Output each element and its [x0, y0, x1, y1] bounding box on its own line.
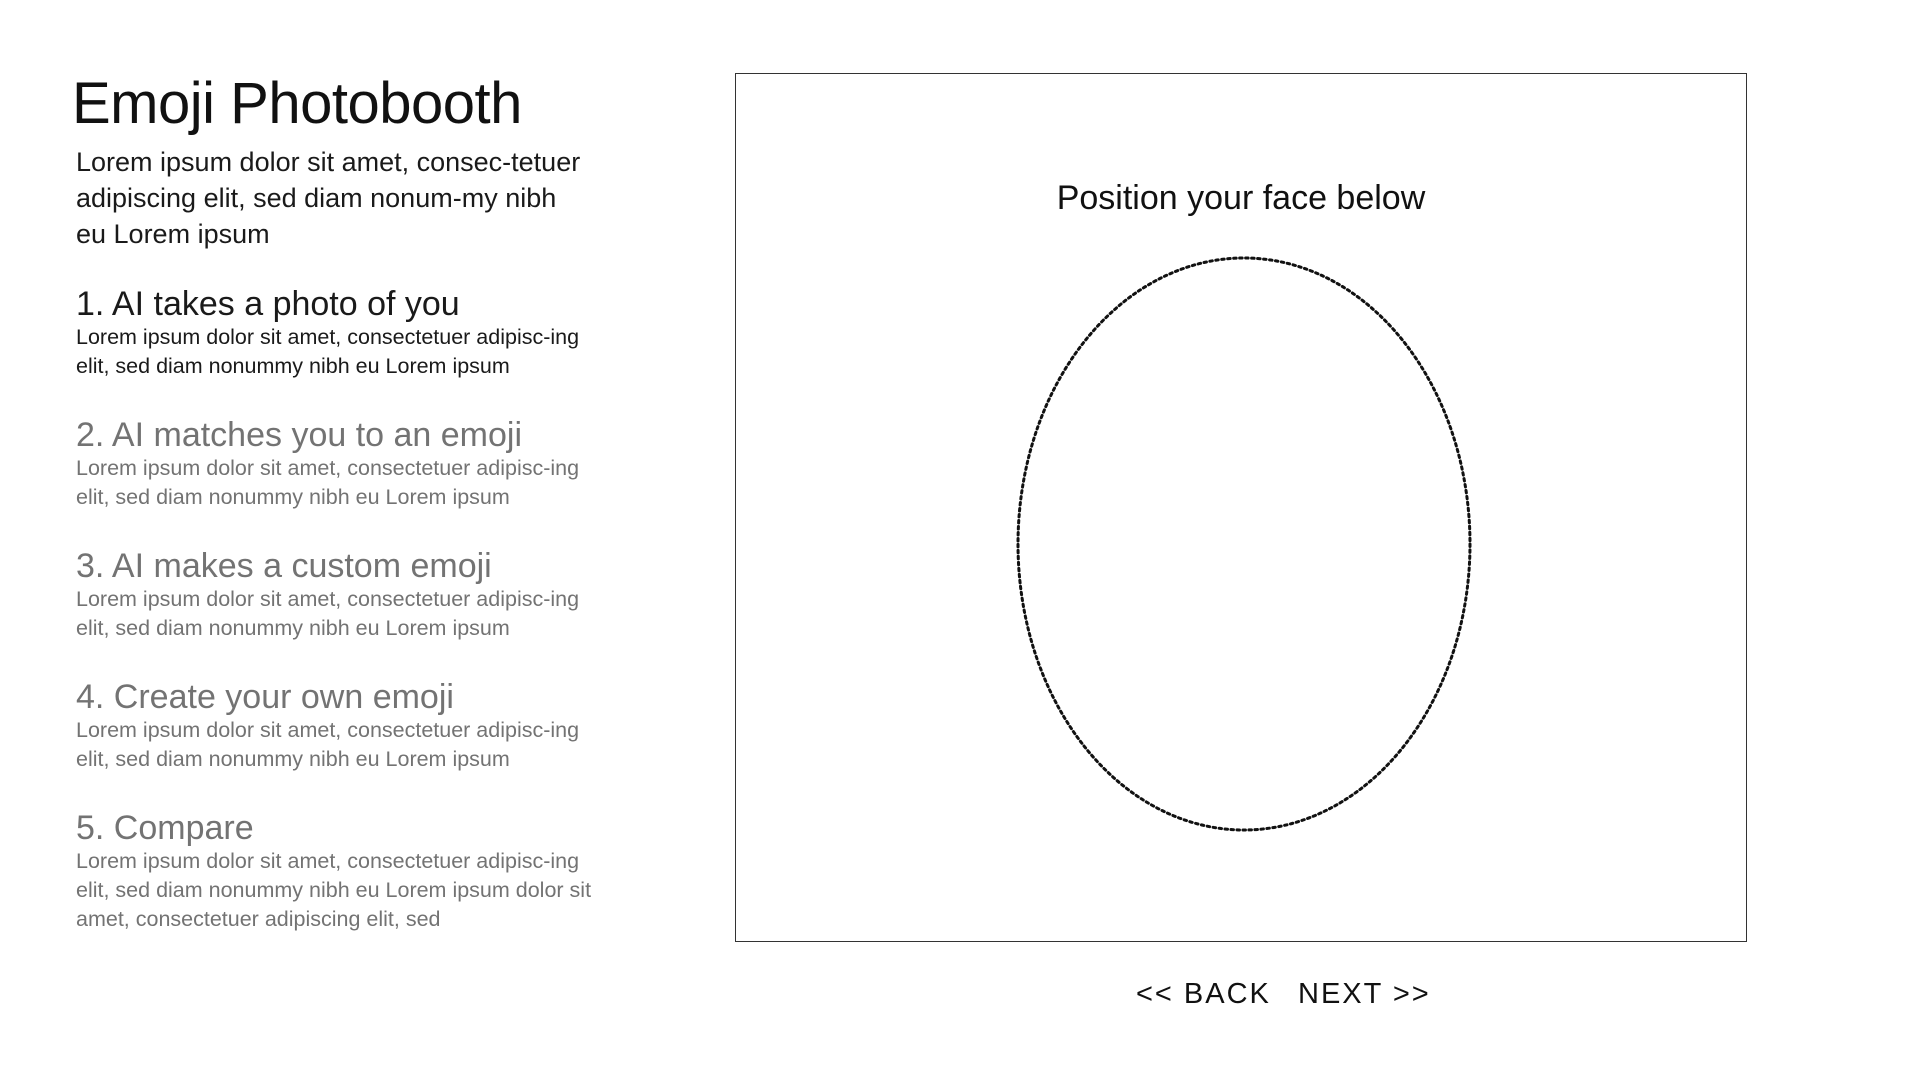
face-position-prompt: Position your face below	[1056, 179, 1426, 217]
next-button[interactable]: NEXT >>	[1298, 978, 1431, 1011]
step-description: Lorem ipsum dolor sit amet, consectetuer…	[76, 718, 580, 771]
photobooth-page: Emoji Photobooth Lorem ipsum dolor sit a…	[0, 0, 1920, 1081]
step-description: Lorem ipsum dolor sit amet, consectetuer…	[76, 849, 592, 931]
step-title: 2. AI matches you to an emoji	[76, 416, 523, 454]
instructions-panel: Emoji Photobooth Lorem ipsum dolor sit a…	[72, 70, 594, 252]
step-title: 1. AI takes a photo of you	[76, 285, 460, 323]
step-5: 5. Compare Lorem ipsum dolor sit amet, c…	[76, 810, 596, 934]
back-button[interactable]: << BACK	[1136, 978, 1271, 1011]
step-description: Lorem ipsum dolor sit amet, consectetuer…	[76, 325, 580, 378]
intro-text: Lorem ipsum dolor sit amet, consec-tetue…	[76, 147, 581, 249]
camera-viewfinder: Position your face below	[735, 73, 1747, 942]
face-guide-oval	[1016, 256, 1472, 832]
step-title: 5. Compare	[76, 809, 254, 847]
step-2: 2. AI matches you to an emoji Lorem ipsu…	[76, 417, 596, 512]
step-1: 1. AI takes a photo of you Lorem ipsum d…	[76, 286, 596, 381]
step-3: 3. AI makes a custom emoji Lorem ipsum d…	[76, 548, 596, 643]
app-title: Emoji Photobooth	[72, 71, 522, 136]
step-title: 3. AI makes a custom emoji	[76, 547, 492, 585]
step-4: 4. Create your own emoji Lorem ipsum dol…	[76, 679, 596, 774]
step-description: Lorem ipsum dolor sit amet, consectetuer…	[76, 456, 580, 509]
step-title: 4. Create your own emoji	[76, 678, 454, 716]
step-description: Lorem ipsum dolor sit amet, consectetuer…	[76, 587, 580, 640]
